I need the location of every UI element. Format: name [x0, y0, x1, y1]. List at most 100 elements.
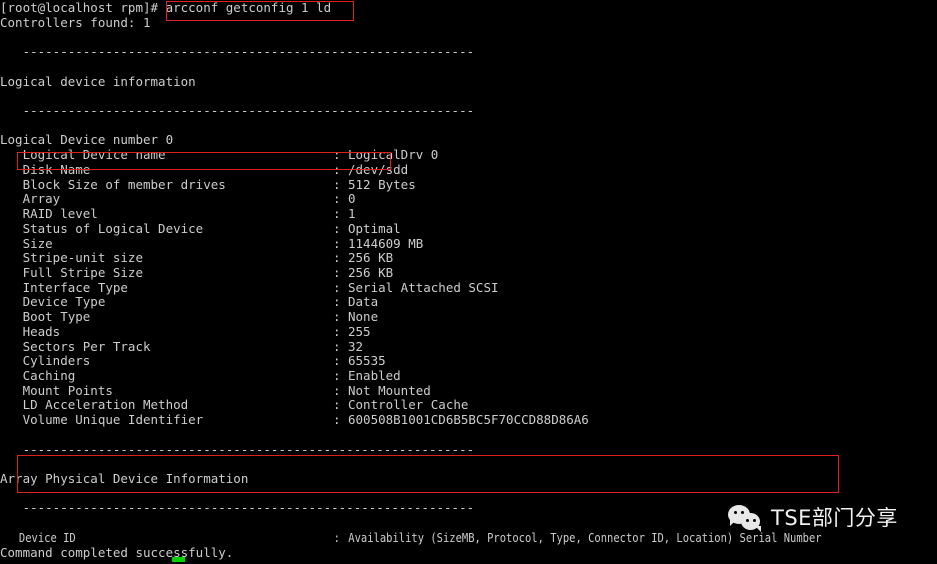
property-colon: : [333, 323, 341, 339]
separator-above-array: ----------------------------------------… [0, 441, 475, 457]
logical-device-row: Sectors Per Track:32 [0, 338, 937, 355]
property-colon: : [333, 206, 341, 222]
logical-device-row: Interface Type: Serial Attached SCSI [0, 279, 937, 296]
property-label: Heads [0, 323, 61, 339]
separator-under-device-header: ----------------------------------------… [0, 560, 937, 564]
property-colon: : [333, 176, 341, 192]
terminal-cursor [172, 557, 185, 562]
device-header-key: Device ID [0, 530, 76, 545]
wechat-tail-small [755, 526, 761, 532]
property-value: 65535 [348, 353, 386, 369]
logical-device-row: LD Acceleration Method: Controller Cache [0, 398, 937, 413]
property-colon: : [333, 264, 341, 280]
property-colon: : [333, 382, 341, 398]
property-colon: : [333, 412, 341, 428]
property-colon: : [333, 147, 341, 163]
property-value: Enabled [348, 367, 401, 383]
watermark: TSE部门分享 [728, 505, 898, 532]
property-value: 1 [348, 206, 356, 222]
property-value: 1144609 MB [348, 235, 424, 251]
property-colon: : [333, 309, 341, 325]
property-colon: : [333, 220, 341, 236]
command-text: arcconf getconfig 1 ld [165, 0, 332, 15]
property-value: 600508B1001CD6B5BC5F70CCD88D86A6 [348, 412, 589, 428]
logical-device-row: Size:1144609 MB [0, 235, 937, 252]
wechat-tail-large [730, 520, 736, 526]
wechat-dot-3 [745, 518, 749, 522]
property-label: Size [0, 235, 53, 251]
property-value: 256 KB [348, 264, 394, 280]
wechat-dot-4 [753, 518, 757, 522]
logical-device-row: Boot Type: None [0, 309, 937, 325]
property-value: 255 [348, 323, 371, 339]
property-colon: : [333, 367, 341, 383]
logical-device-row: Block Size of member drives:512 Bytes [0, 176, 937, 193]
property-label: Full Stripe Size [0, 264, 143, 280]
logical-device-number-line: Logical Device number 0 [0, 132, 174, 148]
property-colon: : [333, 235, 341, 251]
property-label: LD Acceleration Method [0, 397, 189, 413]
property-value: 0 [348, 191, 356, 207]
property-colon: : [333, 353, 341, 369]
logical-device-row: Disk Name: /dev/sdd [0, 161, 937, 178]
wechat-icon [728, 505, 762, 532]
logical-device-row: RAID level:1 [0, 206, 937, 222]
property-value: Controller Cache [348, 397, 469, 413]
property-value: LogicalDrv 0 [348, 147, 439, 163]
device-table-header: Device ID: Availability (SizeMB, Protocol… [0, 530, 822, 546]
controllers-found-line: Controllers found: 1 [0, 14, 151, 30]
terminal-window[interactable]: [root@localhost rpm]# arcconf getconfig … [0, 0, 937, 564]
property-label: Mount Points [0, 382, 113, 398]
prompt-line: [root@localhost rpm]# arcconf getconfig … [0, 0, 937, 16]
logical-device-row: Mount Points: Not Mounted [0, 382, 937, 399]
property-label: RAID level [0, 206, 98, 222]
property-label: Disk Name [0, 161, 91, 177]
logical-device-row: Stripe-unit size:256 KB [0, 250, 937, 266]
property-colon: : [333, 191, 341, 207]
watermark-text: TSE部门分享 [771, 506, 898, 531]
property-colon: : [333, 397, 341, 413]
property-label: Volume Unique Identifier [0, 412, 204, 428]
logical-device-row: Status of Logical Device: Optimal [0, 220, 937, 237]
logical-device-row: Logical Device name: LogicalDrv 0 [0, 147, 937, 163]
property-colon: : [333, 279, 341, 295]
logical-device-row: Cylinders:65535 [0, 354, 937, 369]
property-value: /dev/sdd [348, 161, 409, 177]
property-label: Array [0, 191, 61, 207]
property-value: 512 Bytes [348, 176, 416, 192]
property-value: Data [348, 294, 379, 310]
property-label: Caching [0, 367, 76, 383]
logical-device-row: Full Stripe Size:256 KB [0, 264, 937, 281]
property-colon: : [333, 294, 341, 310]
logical-device-property-list: Logical Device name: LogicalDrv 0 Disk Na… [0, 147, 937, 428]
terminal-output: [root@localhost rpm]# arcconf getconfig … [0, 0, 937, 564]
property-value: Optimal [348, 220, 401, 236]
property-label: Sectors Per Track [0, 338, 151, 354]
property-value: Serial Attached SCSI [348, 279, 499, 295]
device-header-colon: : [333, 530, 340, 545]
shell-prompt: [root@localhost rpm]# [0, 0, 166, 15]
logical-device-row: Heads:255 [0, 323, 937, 340]
logical-device-row: Volume Unique Identifier:600508B1001CD6B… [0, 412, 937, 428]
wechat-dot-1 [733, 511, 737, 515]
section-title-array-physical-device-information: Array Physical Device Information [0, 471, 249, 486]
logical-device-row: Caching: Enabled [0, 367, 937, 384]
section-title-logical-device-information: Logical device information [0, 73, 196, 89]
property-value: 32 [348, 338, 364, 354]
property-label: Interface Type [0, 279, 128, 295]
device-header-value: Availability (SizeMB, Protocol, Type, Co… [348, 530, 822, 545]
logical-device-row: Array:0 [0, 192, 937, 207]
property-colon: : [333, 338, 341, 354]
logical-device-row: Device Type: Data [0, 295, 937, 310]
separator-top: ----------------------------------------… [0, 44, 475, 60]
property-label: Logical Device name [0, 147, 166, 163]
property-label: Status of Logical Device [0, 220, 204, 236]
property-colon: : [333, 250, 341, 266]
separator-under-logical: ----------------------------------------… [0, 103, 475, 119]
status-line: Command completed successfully. [0, 545, 234, 560]
